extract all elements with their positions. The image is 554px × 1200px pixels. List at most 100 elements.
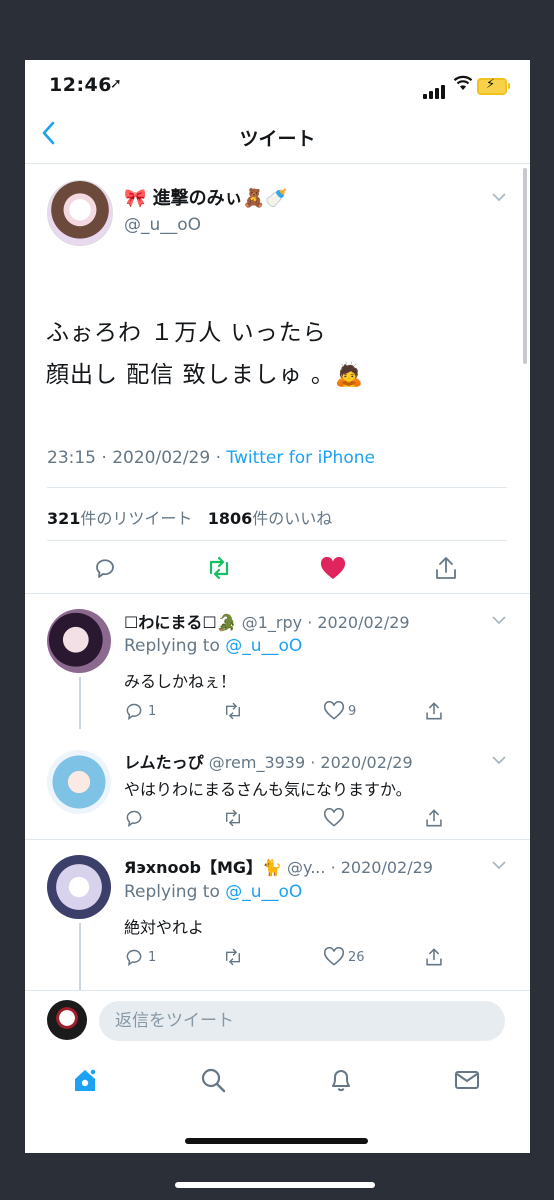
status-time: 12:46 — [49, 74, 112, 96]
share-icon — [426, 702, 442, 720]
retweet-icon — [226, 702, 240, 720]
chevron-down-icon[interactable] — [491, 613, 507, 629]
replying-to-handle[interactable]: @_u__oO — [225, 882, 302, 902]
reply-author-handle[interactable]: @y... — [287, 858, 325, 877]
home-icon — [75, 1068, 97, 1091]
scroll-indicator — [523, 168, 527, 364]
reply-header: ☐わにまる☐🐊 @1_rpy · 2020/02/29 — [124, 609, 410, 633]
share-icon — [426, 809, 442, 827]
retweet-button[interactable] — [222, 947, 244, 967]
bell-icon — [332, 1070, 350, 1092]
tweet-text-line: 顔出し 配信 致しましゅ 。🙇 — [46, 362, 365, 388]
reply-count: 1 — [148, 703, 157, 719]
retweet-button[interactable] — [222, 808, 244, 828]
like-button[interactable] — [324, 808, 348, 828]
heart-icon — [324, 808, 344, 827]
reply-text: みるしかねぇ！ — [124, 672, 237, 691]
retweet-button[interactable] — [222, 701, 244, 721]
reply-avatar[interactable] — [47, 750, 111, 814]
reply-author-name[interactable]: レムたっぴ — [124, 753, 204, 772]
tweet-text: ふぉろわ １万人 いったら 顔出し 配信 致しましゅ 。🙇 — [46, 312, 365, 396]
like-count-link[interactable]: 1806件のいいね — [208, 509, 333, 528]
reply-count: 1 — [148, 949, 157, 965]
tab-bar — [25, 1055, 530, 1115]
thread-line — [79, 923, 81, 991]
reply-icon — [126, 949, 142, 967]
reply-button[interactable]: 1 — [124, 947, 156, 967]
mail-icon — [455, 1071, 479, 1089]
like-count: 1806 — [207, 509, 253, 528]
reply-author-handle[interactable]: @1_rpy — [242, 613, 302, 632]
thread-line — [79, 677, 81, 729]
tweet-text-line: ふぉろわ １万人 いったら — [46, 320, 327, 346]
chevron-down-icon[interactable] — [491, 190, 507, 206]
replying-to-handle[interactable]: @_u__oO — [225, 636, 302, 656]
divider — [25, 839, 530, 840]
tweet-stats: 321件のリツイート 1806件のいいね — [47, 505, 332, 529]
retweet-icon[interactable] — [205, 556, 233, 584]
retweet-count: 321 — [47, 509, 81, 528]
search-icon — [201, 1068, 226, 1093]
like-count: 26 — [348, 949, 365, 965]
my-avatar[interactable] — [47, 1000, 87, 1040]
reply-author-name[interactable]: Яэхnoob【MG】🐈 — [124, 858, 282, 877]
tweet-timestamp: 23:15 · 2020/02/29 · Twitter for iPhone — [47, 448, 375, 468]
reply-actions — [124, 808, 484, 832]
cellular-signal-icon — [423, 80, 447, 99]
tweet-time: 23:15 · 2020/02/29 · — [47, 448, 227, 468]
reply-header: レムたっぴ @rem_3939 · 2020/02/29 — [124, 749, 413, 773]
like-button[interactable]: 9 — [324, 701, 356, 721]
heart-filled-icon[interactable] — [320, 556, 346, 585]
outer-home-indicator — [175, 1182, 375, 1188]
share-icon[interactable] — [434, 555, 458, 585]
heart-icon — [324, 701, 344, 720]
like-count-label: 件のいいね — [252, 509, 333, 528]
like-count: 9 — [348, 703, 357, 719]
heart-icon — [324, 947, 344, 966]
reply-button[interactable] — [124, 808, 148, 828]
reply-author-name[interactable]: ☐わにまる☐🐊 — [124, 613, 237, 632]
like-button[interactable]: 26 — [324, 947, 365, 967]
chevron-down-icon[interactable] — [491, 858, 507, 874]
reply-input[interactable]: 返信をツイート — [99, 1001, 505, 1041]
tab-messages[interactable] — [454, 1067, 480, 1097]
reply-button[interactable]: 1 — [124, 701, 156, 721]
divider — [47, 487, 507, 488]
home-indicator — [185, 1138, 368, 1144]
share-button[interactable] — [424, 808, 444, 828]
reply-icon[interactable] — [93, 556, 117, 584]
reply-date: · 2020/02/29 — [330, 858, 433, 877]
retweet-count-link[interactable]: 321件のリツイート — [47, 509, 192, 528]
location-arrow-icon: ➚ — [110, 76, 122, 92]
share-button[interactable] — [424, 701, 444, 721]
tab-notifications[interactable] — [328, 1067, 354, 1097]
author-handle[interactable]: @_u__oO — [124, 215, 201, 235]
reply-actions: 1 26 — [124, 947, 484, 971]
tab-search[interactable] — [200, 1067, 226, 1097]
replying-to: Replying to @_u__oO — [124, 636, 302, 656]
retweet-icon — [226, 948, 240, 966]
reply-composer: 返信をツイート — [25, 990, 530, 1049]
reply-header: Яэхnoob【MG】🐈 @y... · 2020/02/29 — [124, 854, 433, 878]
author-name[interactable]: 🎀 進撃のみぃ🧸🍼 — [124, 184, 288, 210]
replying-to: Replying to @_u__oO — [124, 882, 302, 902]
share-button[interactable] — [424, 947, 444, 967]
share-icon — [426, 948, 442, 966]
reply-text: 絶対やれよ — [124, 918, 205, 937]
author-avatar[interactable] — [47, 180, 113, 246]
wifi-icon — [453, 75, 473, 95]
tweet-source-link[interactable]: Twitter for iPhone — [226, 448, 375, 468]
retweet-icon — [226, 809, 240, 827]
tab-home[interactable] — [72, 1067, 98, 1097]
reply-date: · 2020/02/29 — [310, 753, 413, 772]
battery-charging-icon: ⚡ — [477, 77, 510, 95]
reply-author-handle[interactable]: @rem_3939 — [209, 753, 305, 772]
chevron-down-icon[interactable] — [491, 753, 507, 769]
phone-screen: 12:46 ➚ ⚡ ツイート 🎀 進撃のみぃ🧸🍼 @_u__oO ふぉろわ １万… — [25, 60, 530, 1153]
reply-avatar[interactable] — [47, 855, 111, 919]
nav-bar: ツイート — [25, 108, 530, 164]
divider — [25, 593, 530, 594]
divider — [47, 540, 507, 541]
reply-avatar[interactable] — [47, 609, 111, 673]
reply-text: やはりわにまるさんも気になりますか。 — [124, 780, 412, 799]
